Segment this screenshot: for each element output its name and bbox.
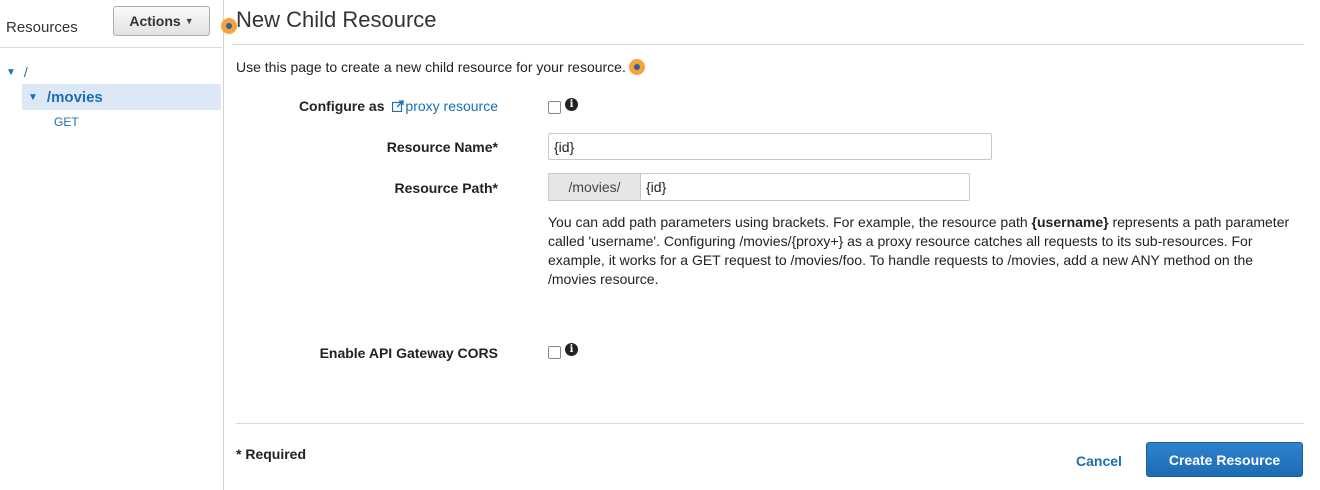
proxy-resource-checkbox[interactable] bbox=[548, 101, 561, 114]
info-icon[interactable]: i bbox=[565, 343, 578, 356]
caret-down-icon[interactable]: ▼ bbox=[28, 92, 38, 103]
info-icon[interactable]: i bbox=[565, 98, 578, 111]
resource-name-label: Resource Name* bbox=[386, 139, 498, 155]
intro-label: Use this page to create a new child reso… bbox=[236, 59, 626, 75]
resource-path-prefix: /movies/ bbox=[548, 173, 640, 201]
configure-proxy-label: Configure as proxy resource bbox=[278, 98, 498, 114]
external-link-icon bbox=[392, 100, 405, 112]
resource-path-input[interactable]: {id} bbox=[640, 173, 970, 201]
tree-item-movies[interactable]: ▼ /movies bbox=[22, 84, 221, 110]
create-resource-button[interactable]: Create Resource bbox=[1146, 442, 1303, 477]
sidebar-header: Resources Actions ▼ bbox=[0, 0, 222, 48]
page-title: New Child Resource bbox=[236, 7, 437, 32]
tree-item-root-label: / bbox=[23, 64, 28, 80]
main-panel: New Child Resource Use this page to crea… bbox=[232, 0, 1304, 490]
intro-text: Use this page to create a new child reso… bbox=[236, 59, 645, 75]
resources-sidebar: Resources Actions ▼ ▼ / ▼ /movies GET bbox=[0, 0, 224, 490]
cors-label: Enable API Gateway CORS bbox=[319, 345, 498, 361]
path-help-text: You can add path parameters using bracke… bbox=[548, 213, 1303, 289]
chevron-down-icon: ▼ bbox=[184, 16, 194, 26]
help-text-example: {username} bbox=[1031, 214, 1109, 230]
actions-dropdown-button[interactable]: Actions ▼ bbox=[113, 6, 210, 36]
proxy-resource-link[interactable]: proxy resource bbox=[405, 98, 498, 114]
cancel-button[interactable]: Cancel bbox=[1076, 453, 1122, 469]
cors-checkbox[interactable] bbox=[548, 346, 561, 359]
help-text-part: You can add path parameters using bracke… bbox=[548, 214, 1032, 230]
tree-item-root[interactable]: ▼ / bbox=[6, 64, 28, 80]
highlight-dot-icon bbox=[628, 59, 645, 75]
resource-path-label: Resource Path* bbox=[394, 180, 498, 196]
sidebar-title: Resources bbox=[6, 19, 78, 36]
tree-item-movies-label: /movies bbox=[46, 88, 103, 106]
actions-label: Actions bbox=[129, 13, 181, 29]
resource-name-input[interactable]: {id} bbox=[548, 133, 992, 160]
tree-item-get-method[interactable]: GET bbox=[54, 115, 79, 129]
footer-divider bbox=[236, 423, 1304, 424]
required-note: * Required bbox=[236, 446, 307, 462]
caret-down-icon[interactable]: ▼ bbox=[6, 67, 16, 78]
configure-label: Configure as bbox=[298, 98, 385, 114]
title-divider bbox=[232, 44, 1304, 45]
